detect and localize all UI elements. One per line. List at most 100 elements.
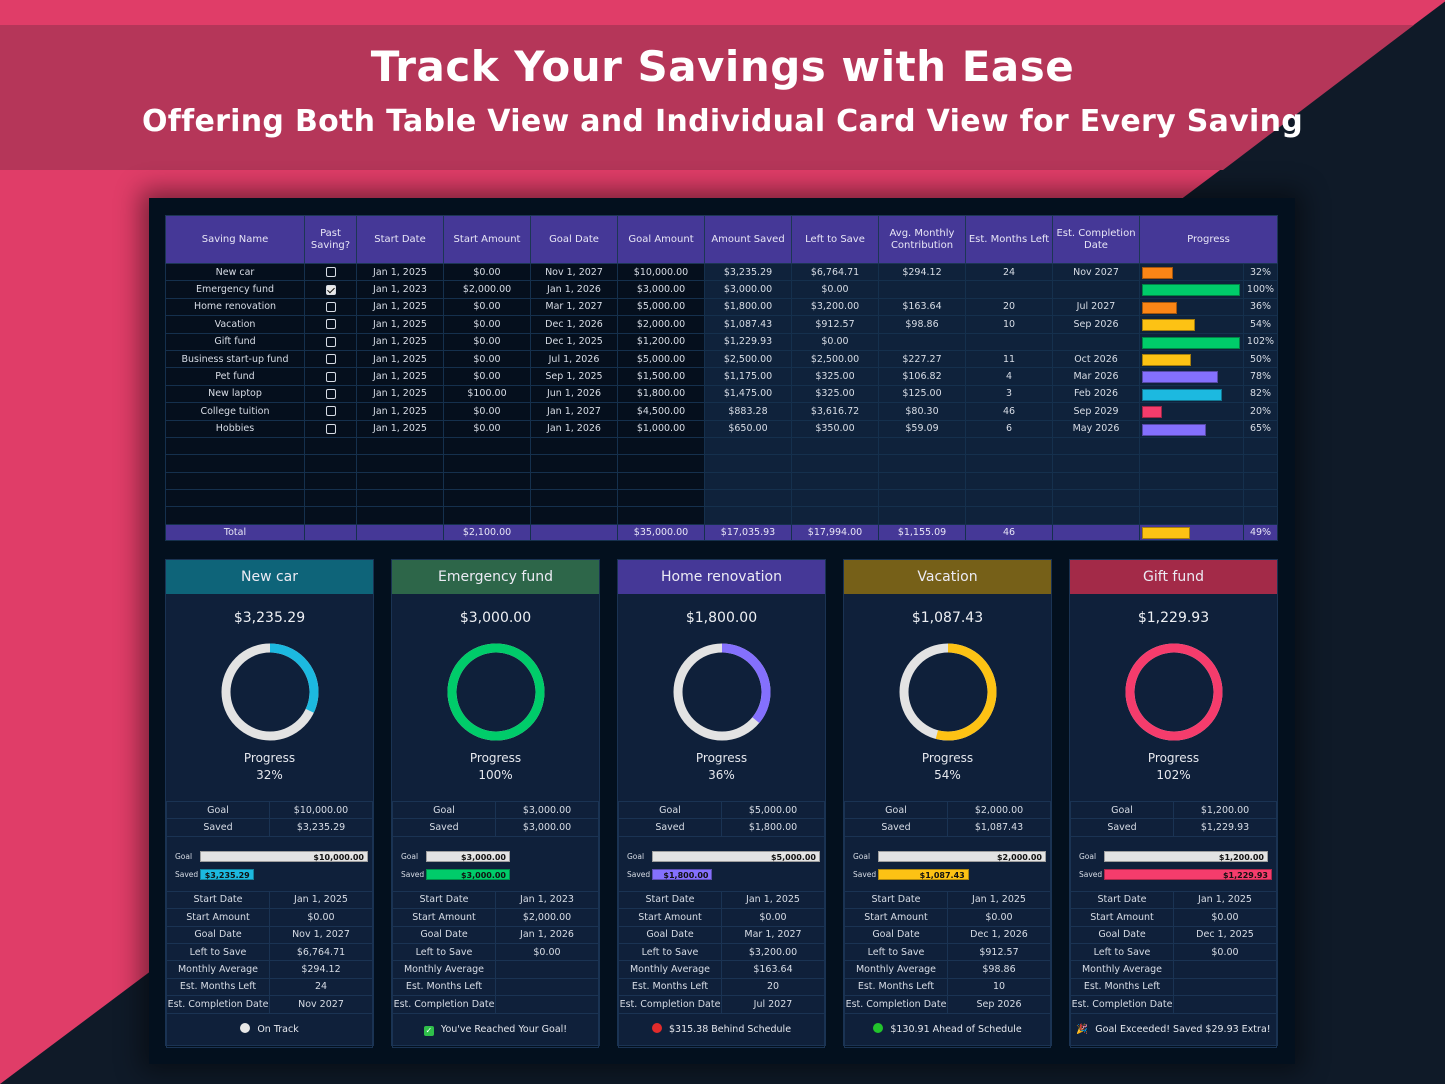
empty-cell[interactable]: [791, 506, 879, 525]
cell-start-amount[interactable]: $0.00: [443, 297, 531, 317]
empty-cell[interactable]: [1139, 454, 1244, 473]
cell-saved[interactable]: $1,229.93: [704, 332, 792, 351]
column-header[interactable]: Start Date: [356, 215, 444, 264]
cell-goal-amount[interactable]: $1,000.00: [617, 419, 705, 438]
empty-cell[interactable]: [356, 471, 444, 491]
cell-completion[interactable]: Jul 2027: [1052, 297, 1140, 317]
empty-cell[interactable]: [530, 489, 618, 508]
empty-cell[interactable]: [617, 454, 705, 473]
cell-months[interactable]: 11: [965, 349, 1053, 369]
cell-start-date[interactable]: Jan 1, 2025: [356, 419, 444, 438]
column-header[interactable]: Start Amount: [443, 215, 531, 264]
cell-start-date[interactable]: Jan 1, 2025: [356, 315, 444, 334]
past-saving-cell[interactable]: [304, 402, 357, 421]
empty-cell[interactable]: [304, 454, 357, 473]
cell-months[interactable]: 20: [965, 297, 1053, 317]
empty-cell[interactable]: [165, 489, 305, 508]
cell-start-amount[interactable]: $0.00: [443, 367, 531, 386]
empty-cell[interactable]: [1139, 471, 1244, 491]
empty-cell[interactable]: [443, 436, 531, 456]
cell-name[interactable]: Gift fund: [165, 332, 305, 351]
cell-saved[interactable]: $650.00: [704, 419, 792, 438]
cell-start-amount[interactable]: $0.00: [443, 419, 531, 438]
past-saving-checkbox[interactable]: [325, 371, 336, 382]
past-saving-checkbox[interactable]: [325, 423, 336, 434]
empty-cell[interactable]: [165, 436, 305, 456]
past-saving-cell[interactable]: [304, 367, 357, 386]
cell-left[interactable]: $6,764.71: [791, 262, 879, 282]
empty-cell[interactable]: [1052, 454, 1140, 473]
cell-goal-amount[interactable]: $1,500.00: [617, 367, 705, 386]
empty-cell[interactable]: [304, 436, 357, 456]
empty-cell[interactable]: [530, 506, 618, 525]
empty-cell[interactable]: [530, 454, 618, 473]
cell-goal-amount[interactable]: $4,500.00: [617, 402, 705, 421]
cell-name[interactable]: Home renovation: [165, 297, 305, 317]
empty-cell[interactable]: [704, 454, 792, 473]
empty-cell[interactable]: [1243, 436, 1278, 456]
cell-left[interactable]: $2,500.00: [791, 349, 879, 369]
cell-months[interactable]: 46: [965, 402, 1053, 421]
past-saving-cell[interactable]: [304, 297, 357, 317]
cell-start-amount[interactable]: $2,000.00: [443, 280, 531, 299]
cell-start-date[interactable]: Jan 1, 2023: [356, 280, 444, 299]
empty-cell[interactable]: [165, 471, 305, 491]
empty-cell[interactable]: [356, 506, 444, 525]
empty-cell[interactable]: [878, 436, 966, 456]
cell-goal-date[interactable]: Mar 1, 2027: [530, 297, 618, 317]
cell-saved[interactable]: $1,087.43: [704, 315, 792, 334]
cell-start-amount[interactable]: $0.00: [443, 402, 531, 421]
cell-goal-date[interactable]: Jun 1, 2026: [530, 384, 618, 404]
cell-saved[interactable]: $1,175.00: [704, 367, 792, 386]
past-saving-checkbox[interactable]: [325, 336, 336, 347]
empty-cell[interactable]: [791, 471, 879, 491]
empty-cell[interactable]: [1243, 489, 1278, 508]
cell-start-date[interactable]: Jan 1, 2025: [356, 332, 444, 351]
cell-months[interactable]: 3: [965, 384, 1053, 404]
cell-goal-date[interactable]: Jan 1, 2026: [530, 280, 618, 299]
cell-left[interactable]: $350.00: [791, 419, 879, 438]
cell-avg[interactable]: $80.30: [878, 402, 966, 421]
empty-cell[interactable]: [617, 489, 705, 508]
cell-completion[interactable]: Feb 2026: [1052, 384, 1140, 404]
empty-cell[interactable]: [443, 471, 531, 491]
cell-avg[interactable]: $125.00: [878, 384, 966, 404]
column-header[interactable]: Past Saving?: [304, 215, 357, 264]
empty-cell[interactable]: [704, 506, 792, 525]
cell-saved[interactable]: $883.28: [704, 402, 792, 421]
cell-saved[interactable]: $3,000.00: [704, 280, 792, 299]
past-saving-cell[interactable]: [304, 419, 357, 438]
empty-cell[interactable]: [443, 489, 531, 508]
empty-cell[interactable]: [165, 506, 305, 525]
cell-goal-date[interactable]: Jan 1, 2027: [530, 402, 618, 421]
column-header[interactable]: Avg. Monthly Contribution: [878, 215, 966, 264]
cell-completion[interactable]: [1052, 280, 1140, 299]
empty-cell[interactable]: [304, 489, 357, 508]
cell-start-amount[interactable]: $0.00: [443, 315, 531, 334]
empty-cell[interactable]: [878, 489, 966, 508]
cell-name[interactable]: Pet fund: [165, 367, 305, 386]
cell-start-date[interactable]: Jan 1, 2025: [356, 402, 444, 421]
cell-completion[interactable]: [1052, 332, 1140, 351]
cell-goal-date[interactable]: Jan 1, 2026: [530, 419, 618, 438]
cell-left[interactable]: $3,200.00: [791, 297, 879, 317]
empty-cell[interactable]: [443, 454, 531, 473]
past-saving-cell[interactable]: [304, 349, 357, 369]
empty-cell[interactable]: [878, 454, 966, 473]
column-header[interactable]: Goal Amount: [617, 215, 705, 264]
cell-completion[interactable]: Oct 2026: [1052, 349, 1140, 369]
empty-cell[interactable]: [356, 454, 444, 473]
cell-completion[interactable]: Nov 2027: [1052, 262, 1140, 282]
cell-completion[interactable]: Sep 2029: [1052, 402, 1140, 421]
column-header[interactable]: Est. Completion Date: [1052, 215, 1140, 264]
empty-cell[interactable]: [530, 436, 618, 456]
column-header[interactable]: Left to Save: [791, 215, 879, 264]
past-saving-checkbox[interactable]: [325, 388, 336, 399]
empty-cell[interactable]: [617, 506, 705, 525]
past-saving-checkbox[interactable]: [325, 301, 336, 312]
cell-saved[interactable]: $1,475.00: [704, 384, 792, 404]
empty-cell[interactable]: [1139, 436, 1244, 456]
cell-months[interactable]: 4: [965, 367, 1053, 386]
empty-cell[interactable]: [704, 471, 792, 491]
cell-completion[interactable]: Sep 2026: [1052, 315, 1140, 334]
